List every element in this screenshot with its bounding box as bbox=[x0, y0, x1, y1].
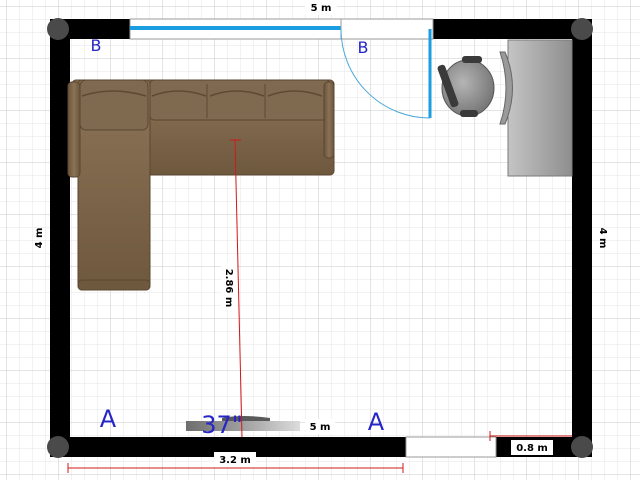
marker-b-right: B bbox=[358, 38, 369, 57]
marker-a-right: A bbox=[368, 408, 385, 436]
wall-left bbox=[50, 19, 70, 456]
door-width-label: 0.8 m bbox=[516, 443, 548, 454]
left-wall-label: 4 m bbox=[34, 228, 45, 249]
door-opening-bottom bbox=[405, 436, 497, 458]
wall-right bbox=[572, 19, 592, 456]
wall-top-right bbox=[433, 19, 580, 39]
desk[interactable] bbox=[507, 39, 573, 177]
couch-to-tv-label: 2.86 m bbox=[223, 269, 234, 308]
right-wall-label: 4 m bbox=[597, 228, 608, 249]
door-opening-top bbox=[340, 18, 434, 40]
marker-b-left: B bbox=[91, 36, 102, 55]
bottom-span-label: 3.2 m bbox=[219, 455, 251, 466]
marker-a-left: A bbox=[100, 405, 117, 433]
bottom-wall-label: 5 m bbox=[310, 422, 331, 433]
top-wall-label: 5 m bbox=[311, 3, 332, 14]
floor-plan: 5 m 5 m 4 m 4 m 2.86 m 3.2 m 0.8 m 37" A… bbox=[0, 0, 640, 480]
tv-size-label: 37" bbox=[201, 411, 243, 439]
